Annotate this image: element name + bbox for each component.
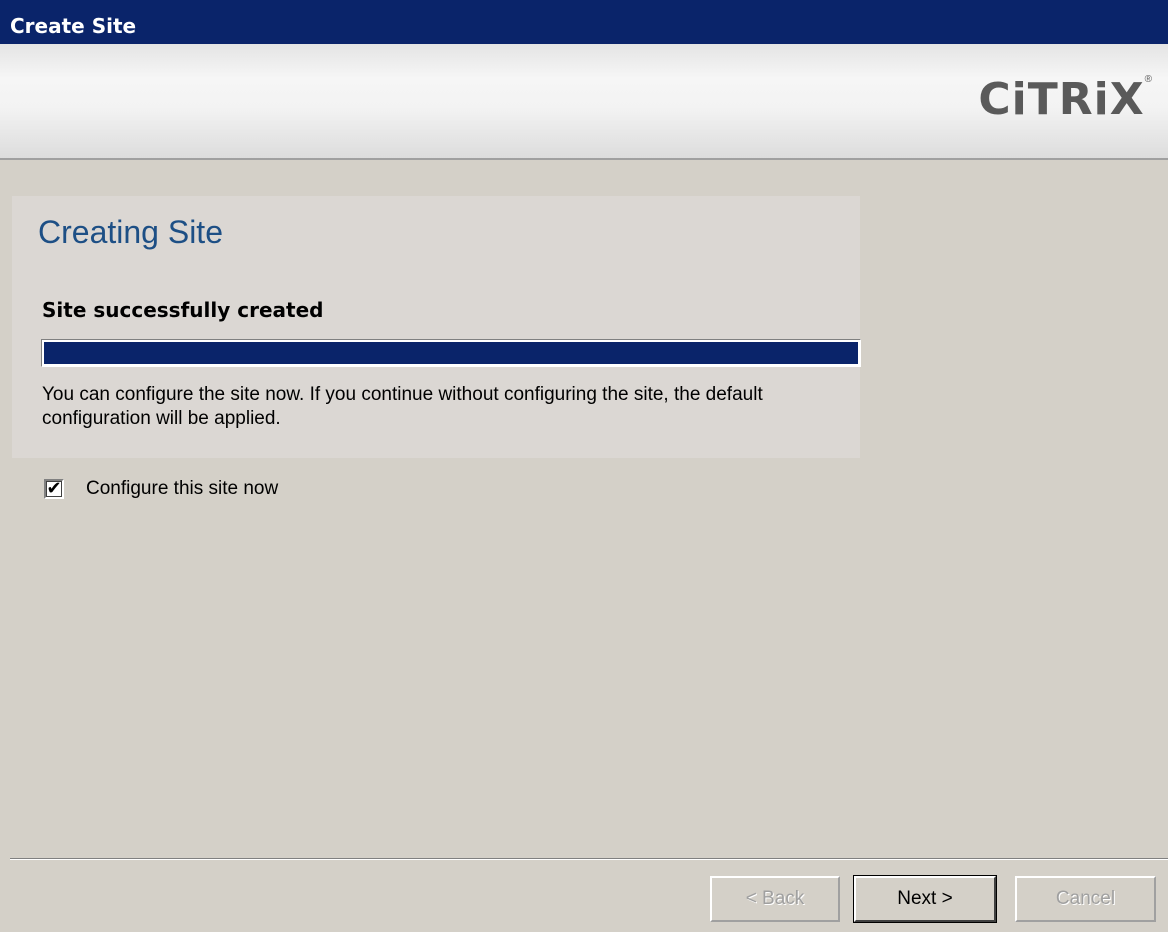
- window-title: Create Site: [10, 14, 137, 38]
- logo-registered-mark: ®: [1144, 74, 1152, 85]
- citrix-logo: CiTRiX®: [978, 74, 1152, 134]
- progress-bar: [41, 339, 861, 367]
- back-button[interactable]: < Back: [710, 876, 840, 922]
- banner-divider: [0, 158, 1168, 160]
- configure-checkbox-row[interactable]: ✔ Configure this site now: [44, 474, 278, 504]
- description-text: You can configure the site now. If you c…: [42, 384, 763, 429]
- configure-checkbox-label[interactable]: Configure this site now: [86, 478, 278, 500]
- logo-text: CiTRiX: [978, 74, 1145, 125]
- page-title: Creating Site: [38, 214, 223, 250]
- status-label: Site successfully created: [42, 298, 324, 322]
- create-site-window: Create Site CiTRiX® Creating Site Site s…: [0, 0, 1168, 932]
- title-bar[interactable]: Create Site: [0, 0, 1168, 44]
- configure-checkbox[interactable]: ✔: [44, 479, 64, 499]
- cancel-button[interactable]: Cancel: [1015, 876, 1156, 922]
- progress-fill: [44, 342, 858, 364]
- next-button[interactable]: Next >: [853, 875, 997, 923]
- footer-divider: [10, 858, 1168, 860]
- checkmark-icon: ✔: [46, 478, 62, 499]
